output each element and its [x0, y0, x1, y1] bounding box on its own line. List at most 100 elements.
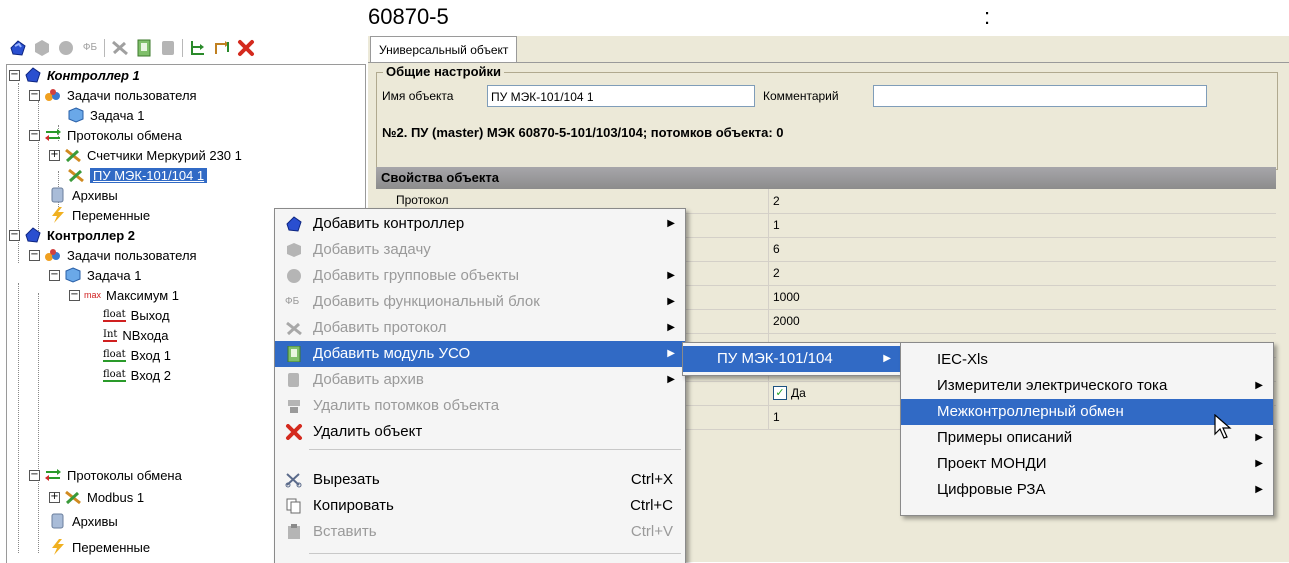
tree-item-input-1[interactable]: float Вход 1 [103, 345, 171, 365]
menu-add-task[interactable]: Добавить задачу [275, 237, 685, 263]
submenu-arrow-icon: ▶ [1255, 432, 1263, 443]
menu-digital-relay-protection[interactable]: Цифровые РЗА ▶ [901, 477, 1273, 503]
io-module-icon [287, 346, 301, 362]
general-settings-title: Общие настройки [383, 64, 504, 79]
user-tasks-icon [45, 249, 60, 261]
menu-add-function-block[interactable]: ФБ Добавить функциональный блок ▶ [275, 289, 685, 315]
menu-add-io-module[interactable]: Добавить модуль УСО ▶ [275, 341, 685, 367]
tree-item-user-tasks[interactable]: − Задачи пользователя [29, 85, 197, 105]
tree-item-controller-2[interactable]: − Контроллер 2 [9, 225, 135, 245]
menu-cut[interactable]: Вырезать Ctrl+X [275, 467, 685, 493]
submenu-arrow-icon: ▶ [667, 322, 675, 333]
menu-iec-xls[interactable]: IEC-Xls [901, 347, 1273, 373]
menu-add-protocol[interactable]: Добавить протокол ▶ [275, 315, 685, 341]
delete-icon[interactable] [236, 38, 256, 58]
lightning-icon [52, 207, 64, 223]
tree-item-controller-1[interactable]: − Контроллер 1 [9, 65, 140, 85]
tree-item-protocols-2[interactable]: − Протоколы обмена [29, 465, 182, 485]
tree-item-output[interactable]: float Выход [103, 305, 170, 325]
tree-item-mercury-meters[interactable]: + Счетчики Меркурий 230 1 [49, 145, 242, 165]
submenu-arrow-icon: ▶ [1255, 458, 1263, 469]
tree-item-maximum-1[interactable]: − max Максимум 1 [69, 285, 179, 305]
tree-item-n-inputs[interactable]: Int NВхода [103, 325, 168, 345]
protocol-icon[interactable] [110, 38, 130, 58]
tree-item-task-1-2[interactable]: − Задача 1 [49, 265, 141, 285]
io-module-submenu: ПУ МЭК-101/104 ▶ [682, 342, 902, 376]
archive-icon [51, 187, 64, 203]
controller-icon [25, 67, 41, 83]
menu-current-meters[interactable]: Измерители электрического тока ▶ [901, 373, 1273, 399]
tree-item-modbus-1[interactable]: + Modbus 1 [49, 487, 144, 507]
object-name-field[interactable]: ПУ МЭК-101/104 1 [487, 85, 755, 107]
object-name-label: Имя объекта [382, 89, 454, 103]
tree-icon[interactable] [188, 38, 208, 58]
checkbox-checked-icon[interactable]: ✓ [773, 386, 787, 400]
controller-icon[interactable] [8, 38, 28, 58]
context-menu: Добавить контроллер ▶ Добавить задачу Доб… [274, 208, 686, 563]
task-cube-icon [65, 267, 81, 283]
submenu-arrow-icon: ▶ [667, 348, 675, 359]
task-icon [287, 243, 301, 257]
lightning-icon [52, 539, 64, 555]
float-output-icon: float [103, 308, 126, 322]
function-block-icon: ФБ [285, 296, 300, 307]
tree-item-input-2[interactable]: float Вход 2 [103, 365, 171, 385]
tree-item-archives[interactable]: Архивы [49, 185, 118, 205]
submenu-arrow-icon: ▶ [1255, 484, 1263, 495]
menu-add-archive[interactable]: Добавить архив ▶ [275, 367, 685, 393]
mouse-cursor-icon [1214, 414, 1232, 439]
paste-icon [288, 524, 300, 539]
comment-label: Комментарий [763, 89, 839, 103]
tree-item-task-1[interactable]: Задача 1 [67, 105, 144, 125]
protocol-plug-icon [65, 490, 81, 505]
task-icon[interactable] [32, 38, 52, 58]
group-icon[interactable] [56, 38, 76, 58]
menu-add-controller[interactable]: Добавить контроллер ▶ [275, 211, 685, 237]
comment-field[interactable] [873, 85, 1207, 107]
page-heading-code: 60870-5 [368, 4, 449, 29]
archive-icon [51, 513, 64, 529]
tree-item-protocols[interactable]: − Протоколы обмена [29, 125, 182, 145]
copy-icon [286, 498, 301, 514]
swap-icon[interactable] [212, 38, 232, 58]
menu-delete-children[interactable]: Удалить потомков объекта [275, 393, 685, 419]
int-input-icon: Int [103, 328, 118, 342]
user-tasks-icon [45, 89, 60, 101]
tree-item-archives-2[interactable]: Архивы [49, 511, 118, 531]
menu-separator [309, 553, 681, 554]
submenu-arrow-icon: ▶ [667, 270, 675, 281]
tree-toolbar: ФБ [6, 36, 366, 62]
float-input-icon: float [103, 348, 126, 362]
io-module-icon[interactable] [134, 38, 154, 58]
tree-item-variables-2[interactable]: Переменные [49, 537, 150, 557]
menu-add-group-objects[interactable]: Добавить групповые объекты ▶ [275, 263, 685, 289]
delete-icon [286, 424, 302, 440]
menu-paste[interactable]: Вставить Ctrl+V [275, 519, 685, 545]
archive-icon[interactable] [158, 38, 178, 58]
menu-copy[interactable]: Копировать Ctrl+C [275, 493, 685, 519]
scissors-icon [285, 473, 302, 488]
task-cube-icon [68, 107, 84, 123]
float-input-icon: float [103, 368, 126, 382]
page-heading-colon: : [984, 4, 991, 29]
controller-icon [286, 216, 302, 232]
function-block-icon[interactable]: ФБ [80, 38, 100, 58]
menu-mondi-project[interactable]: Проект МОНДИ ▶ [901, 451, 1273, 477]
collapse-toggle[interactable]: − [9, 69, 20, 81]
controller-icon [25, 227, 41, 243]
submenu-arrow-icon: ▶ [667, 218, 675, 229]
menu-separator [309, 449, 681, 450]
menu-pu-iec-101-104[interactable]: ПУ МЭК-101/104 ▶ [683, 346, 901, 372]
tree-item-variables[interactable]: Переменные [49, 205, 150, 225]
tree-item-pu-iec-101-104[interactable]: ПУ МЭК-101/104 1 [67, 165, 208, 185]
protocol-icon [286, 321, 302, 336]
exchange-arrows-icon [45, 129, 61, 141]
object-properties-header: Свойства объекта [376, 167, 1276, 189]
object-info-text: №2. ПУ (master) МЭК 60870-5-101/103/104;… [382, 125, 784, 140]
group-icon [287, 269, 301, 283]
general-settings-group: Общие настройки Имя объекта ПУ МЭК-101/1… [376, 64, 1278, 170]
delete-children-icon [288, 400, 300, 413]
tab-universal-object[interactable]: Универсальный объект [370, 36, 518, 63]
menu-delete-object[interactable]: Удалить объект [275, 419, 685, 445]
tree-item-user-tasks-2[interactable]: − Задачи пользователя [29, 245, 197, 265]
